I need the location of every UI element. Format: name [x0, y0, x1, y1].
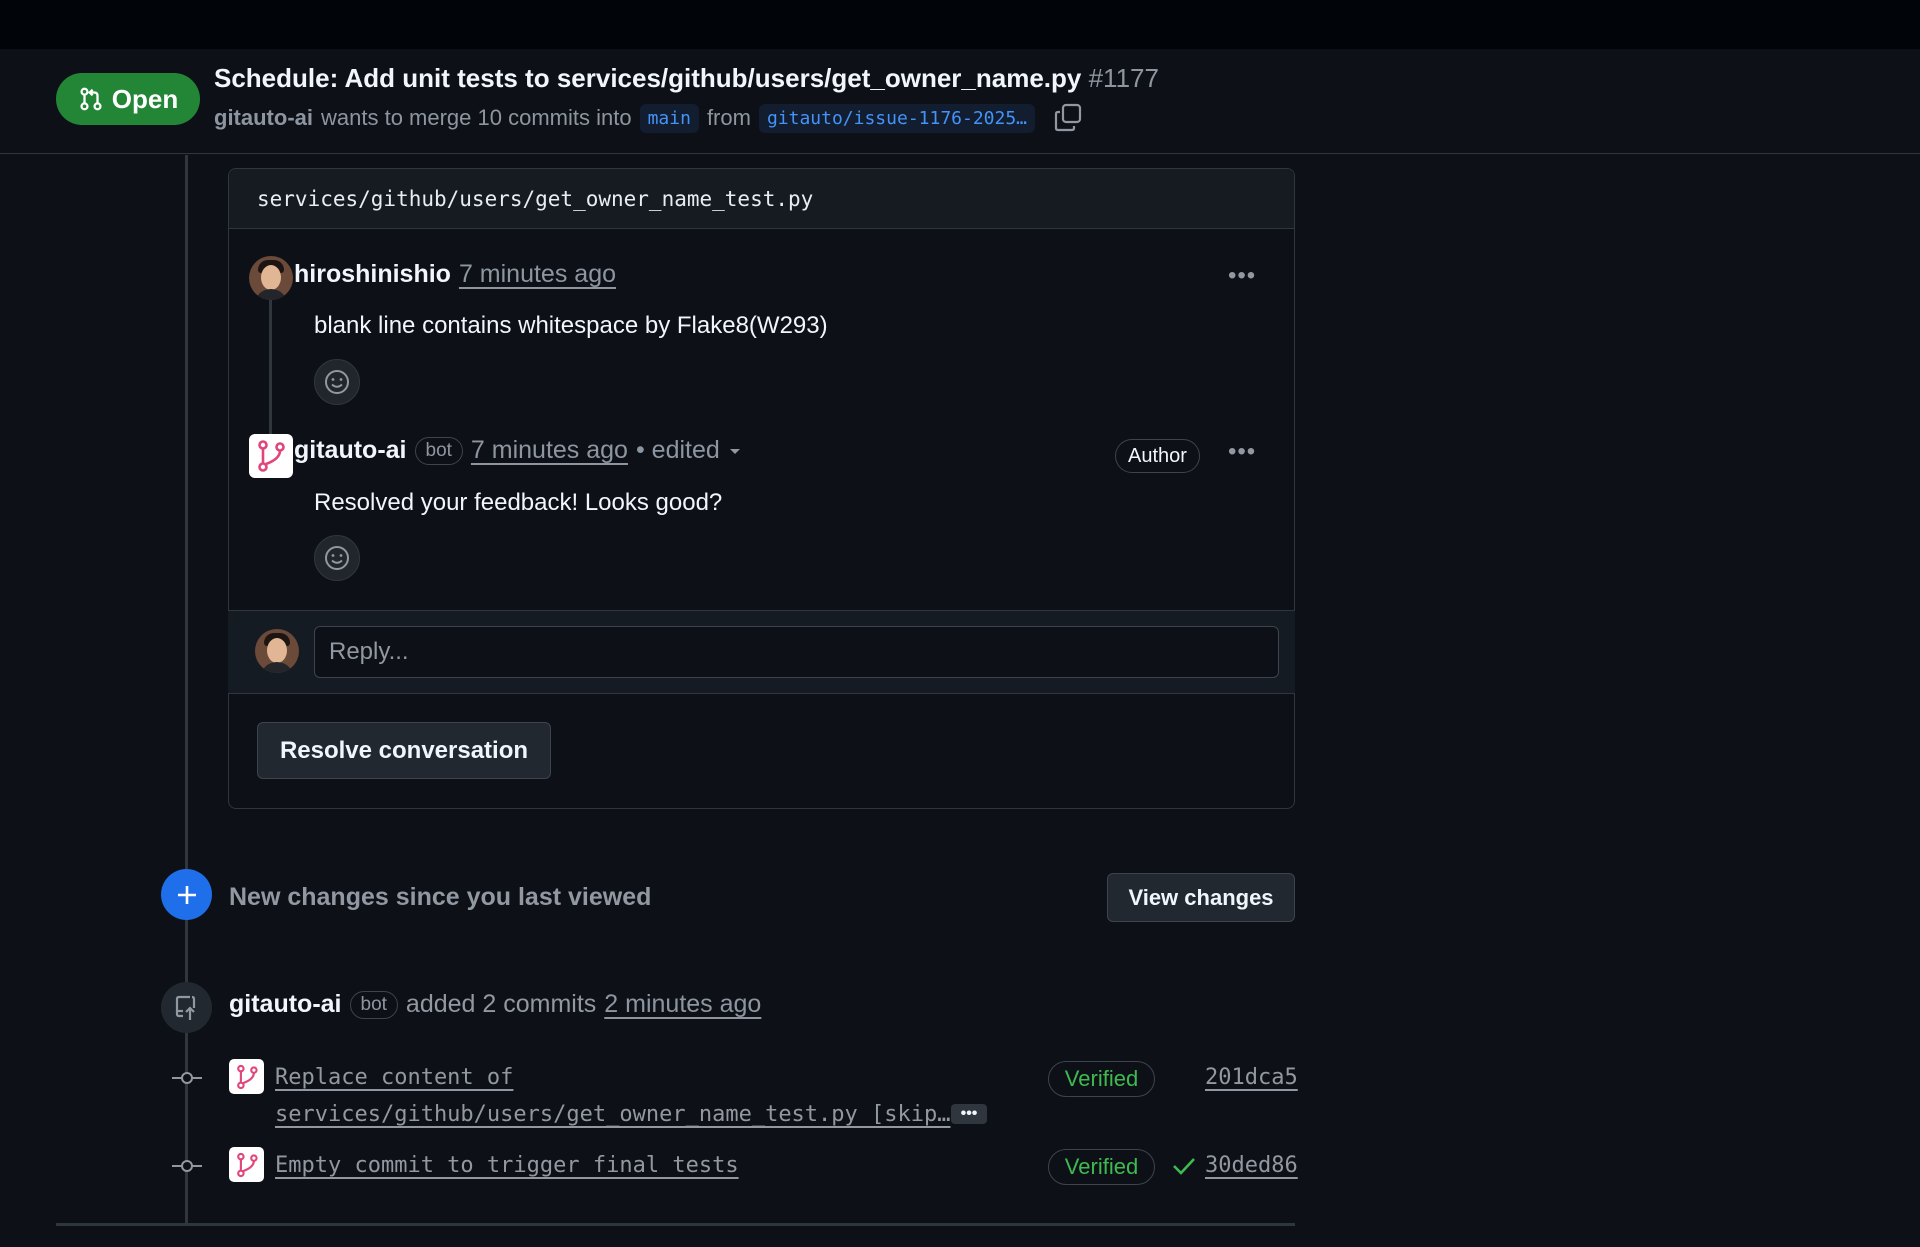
new-changes-text: New changes since you last viewed	[229, 883, 652, 911]
verified-badge[interactable]: Verified	[1048, 1061, 1155, 1097]
timeline-line-middle	[185, 920, 188, 982]
thread-file-path[interactable]: services/github/users/get_owner_name_tes…	[229, 169, 1294, 229]
author-badge: Author	[1115, 439, 1200, 473]
pr-state-label: Open	[111, 83, 179, 114]
avatar-gitauto-ai[interactable]	[249, 434, 293, 478]
push-event: gitauto-ai bot added 2 commits 2 minutes…	[229, 990, 761, 1019]
timeline-divider	[56, 1223, 1295, 1226]
comment-header: gitauto-ai bot 7 minutes ago • edited	[294, 436, 742, 465]
push-actor[interactable]: gitauto-ai	[229, 990, 342, 1019]
pr-merge-text: wants to merge 10 commits into	[321, 105, 632, 130]
smiley-icon	[325, 546, 349, 570]
comment-timestamp[interactable]: 7 minutes ago	[459, 260, 616, 289]
pr-merge-info: gitauto-ai wants to merge 10 commits int…	[214, 103, 1083, 133]
copy-icon[interactable]	[1053, 103, 1083, 133]
commit-sha-link[interactable]: 201dca5	[1205, 1065, 1298, 1090]
commit-message-link[interactable]: Replace content of	[275, 1065, 513, 1090]
comment-header: hiroshinishio 7 minutes ago	[294, 260, 616, 289]
head-branch-link[interactable]: gitauto/issue-1176-2025…	[758, 103, 1036, 133]
timeline-line-bottom	[185, 1033, 188, 1223]
pr-author-link[interactable]: gitauto-ai	[214, 105, 313, 131]
triangle-down-icon	[729, 448, 740, 454]
comment-author[interactable]: hiroshinishio	[294, 260, 451, 289]
commit-sha-link[interactable]: 30ded86	[1205, 1153, 1298, 1178]
timeline-line-top	[185, 155, 188, 870]
avatar-hiroshinishio[interactable]	[249, 256, 293, 300]
view-changes-button[interactable]: View changes	[1107, 873, 1295, 922]
verified-badge[interactable]: Verified	[1048, 1149, 1155, 1185]
pr-from-text: from	[706, 105, 751, 130]
avatar-current-user	[255, 629, 299, 673]
thread-connector-line	[269, 300, 272, 435]
comment-author[interactable]: gitauto-ai	[294, 436, 407, 465]
pr-title: Schedule: Add unit tests to services/git…	[214, 63, 1159, 94]
smiley-icon	[325, 370, 349, 394]
bot-label: bot	[414, 436, 463, 465]
pr-title-text: Schedule: Add unit tests to services/git…	[214, 63, 1082, 93]
pr-state-badge: Open	[56, 73, 200, 125]
commit-message-link[interactable]: Empty commit to trigger final tests	[275, 1153, 739, 1178]
check-icon[interactable]	[1172, 1155, 1196, 1177]
reply-input[interactable]	[314, 626, 1279, 678]
expand-commit-message-button[interactable]: •••	[951, 1104, 987, 1124]
git-commit-icon	[172, 1072, 202, 1084]
add-reaction-button[interactable]	[314, 359, 360, 405]
base-branch-link[interactable]: main	[639, 103, 699, 133]
comment-body: blank line contains whitespace by Flake8…	[314, 312, 828, 339]
plus-icon	[161, 869, 212, 920]
comment-options-kebab-icon[interactable]: •••	[1228, 262, 1256, 290]
pr-number: #1177	[1088, 63, 1159, 93]
comment-timestamp[interactable]: 7 minutes ago	[471, 436, 628, 465]
pr-header: Open Schedule: Add unit tests to service…	[0, 49, 1920, 154]
commit-author-avatar[interactable]	[229, 1059, 264, 1094]
browser-top-bar	[0, 0, 1920, 49]
git-commit-icon	[172, 1160, 202, 1172]
comment-options-kebab-icon[interactable]: •••	[1228, 438, 1256, 466]
repo-push-icon	[161, 982, 212, 1033]
edited-dropdown[interactable]: • edited	[636, 436, 742, 465]
commit-message-link[interactable]: services/github/users/get_owner_name_tes…	[275, 1102, 951, 1127]
comment-body: Resolved your feedback! Looks good?	[314, 489, 723, 516]
edited-label: • edited	[635, 436, 720, 464]
gitauto-logo-icon	[236, 1064, 258, 1089]
commit-author-avatar[interactable]	[229, 1147, 264, 1182]
gitauto-logo-icon	[258, 440, 285, 472]
git-pull-request-icon	[80, 87, 102, 111]
push-action: added 2 commits	[405, 990, 597, 1018]
add-reaction-button[interactable]	[314, 535, 360, 581]
push-timestamp[interactable]: 2 minutes ago	[604, 990, 761, 1019]
bot-label: bot	[349, 990, 398, 1019]
resolve-conversation-button[interactable]: Resolve conversation	[257, 722, 551, 779]
gitauto-logo-icon	[236, 1152, 258, 1177]
